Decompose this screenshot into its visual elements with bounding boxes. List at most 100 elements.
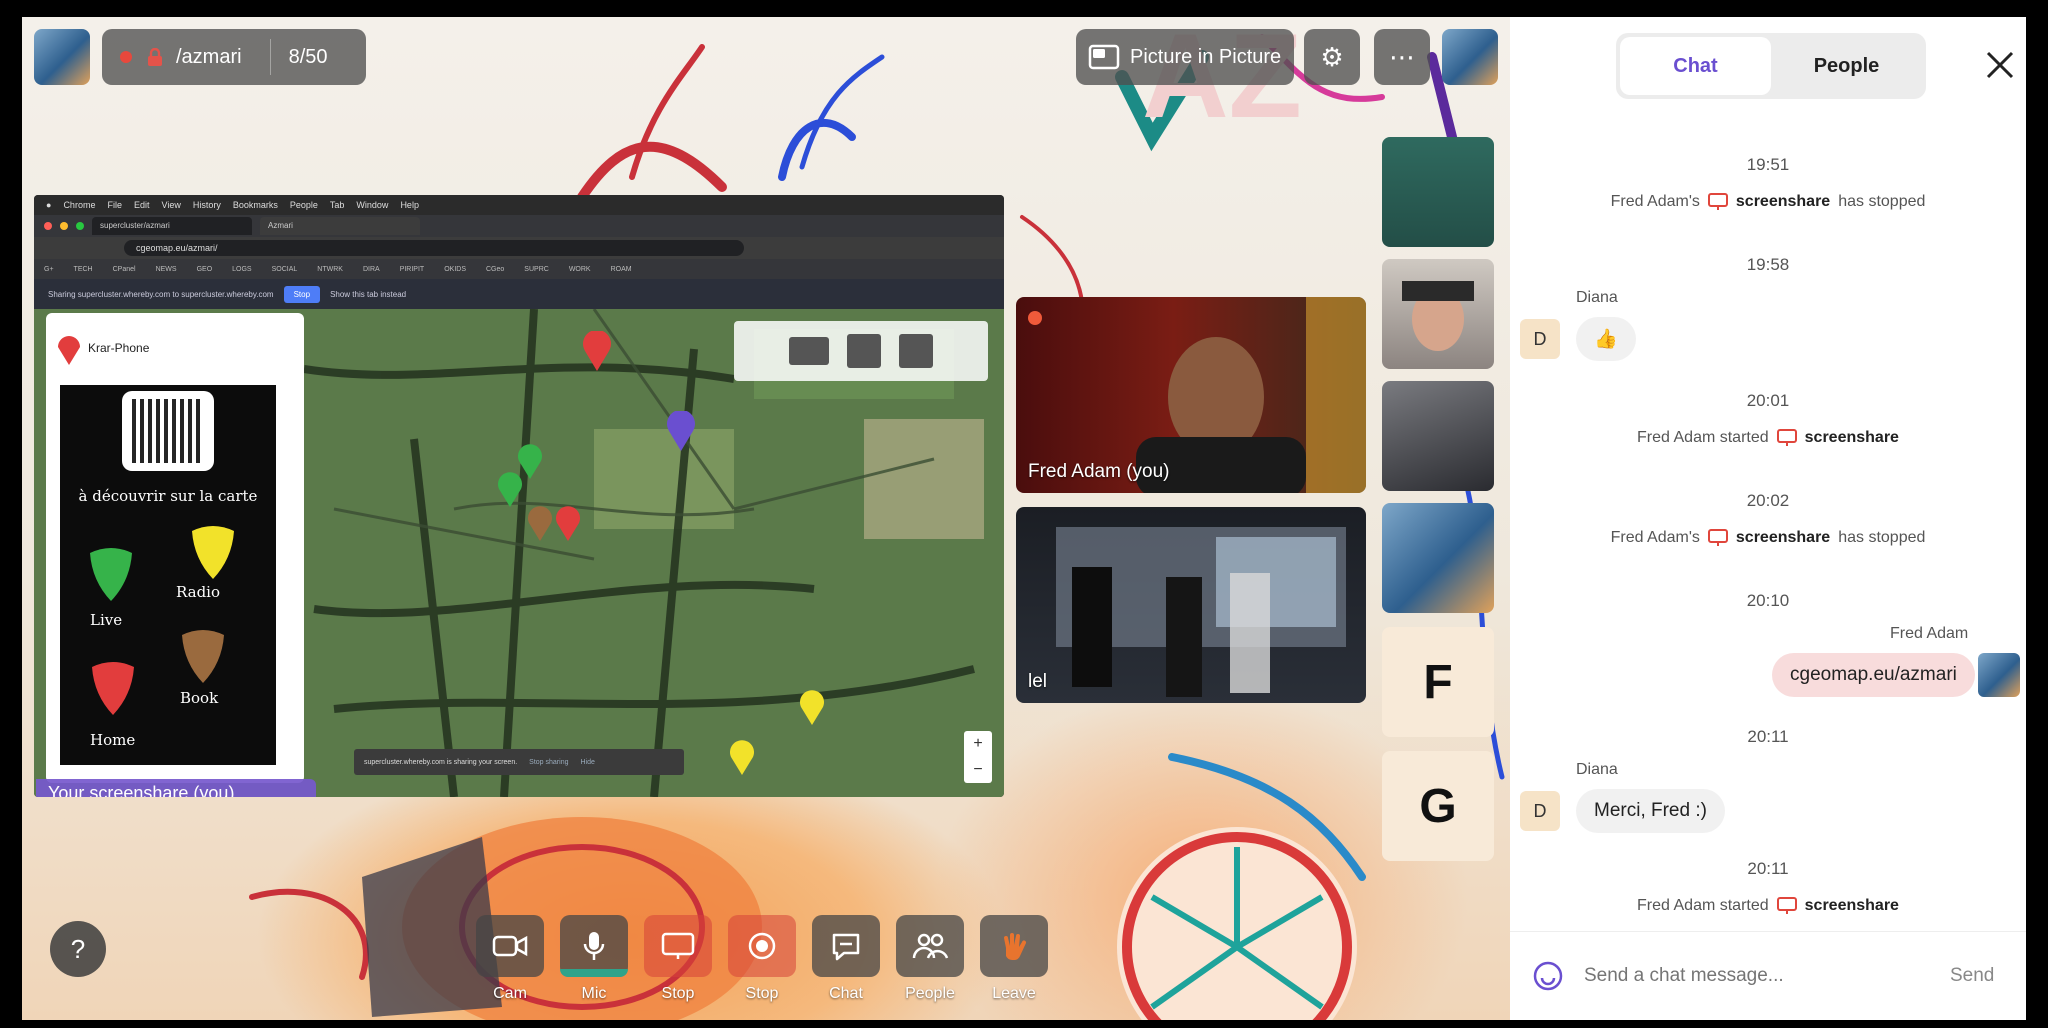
tab-chat[interactable]: Chat [1620, 37, 1771, 95]
message-timestamp: 20:01 [1746, 391, 1790, 410]
video-tile-participant[interactable] [1382, 381, 1494, 491]
video-tile-participant[interactable] [1382, 259, 1494, 369]
map-panel-header: Krar-Phone [56, 331, 149, 365]
mac-menubar: ● Chrome File Edit View History Bookmarks Peopl… [34, 195, 1004, 215]
screenshare-icon [1776, 897, 1797, 914]
tab-people[interactable]: People [1771, 37, 1922, 95]
settings-button[interactable]: ⚙ [1304, 29, 1360, 85]
picture-in-picture-label: Picture in Picture [1130, 45, 1282, 68]
message-timestamp: 20:11 [1747, 859, 1789, 878]
map-info-panel: Krar-Phone à découvrir sur la carte Live… [46, 313, 304, 783]
screenshare-tile[interactable]: ● Chrome File Edit View History Bookmarks Peopl… [34, 195, 1004, 797]
poster-item-home: Home [90, 731, 136, 749]
self-avatar[interactable] [1442, 29, 1498, 85]
mic-level-indicator [560, 969, 628, 977]
chat-message-input[interactable] [1584, 965, 1914, 987]
map-panel-title: Krar-Phone [88, 341, 150, 355]
avatar-tile-g[interactable]: G [1382, 751, 1494, 861]
stop-recording-label: Stop [745, 985, 779, 1002]
message-timestamp: 19:58 [1746, 255, 1790, 274]
chat-message-list[interactable]: 19:51 Fred Adam's screenshare has stoppe… [1510, 117, 2026, 917]
leave-button[interactable]: Leave [980, 915, 1048, 1003]
shared-map: Krar-Phone à découvrir sur la carte Live… [34, 309, 1004, 797]
room-owner-avatar[interactable] [34, 29, 90, 85]
screenshare-icon [1776, 429, 1797, 446]
map-pin-home-icon [556, 506, 580, 541]
leave-label: Leave [992, 985, 1036, 1002]
map-pin-home-icon [58, 336, 80, 365]
live-pick-icon [90, 548, 132, 601]
more-options-button[interactable]: ⋯ [1374, 29, 1430, 85]
zoom-in-icon: + [973, 735, 983, 752]
video-tile-lel[interactable]: lel [1016, 507, 1366, 703]
screenshare-icon [1707, 529, 1728, 546]
panel-tab-switcher: Chat People [1616, 33, 1926, 99]
video-tile-participant[interactable] [1382, 503, 1494, 613]
chat-bubble: 👍 [1576, 317, 1636, 361]
sharing-notice-text: supercluster.whereby.com is sharing your… [364, 758, 518, 766]
system-message-subject: screenshare [1804, 897, 1899, 914]
message-sender: Diana [1576, 289, 1618, 306]
avatar: D [1520, 791, 1560, 831]
chat-button[interactable]: Chat [812, 915, 880, 1003]
meeting-toolbar: Cam Mic Stop Stop Chat People Leave [476, 915, 1048, 1003]
bookmarks-bar: G+ TECH CPanel NEWS GEO LOGS SOCIAL NTWRK DIRA PI… [34, 259, 1004, 279]
room-info-pill[interactable]: /azmari 8/50 [102, 29, 366, 85]
participant-video [1056, 527, 1346, 697]
message-timestamp: 20:02 [1746, 491, 1790, 510]
emoji-icon[interactable] [1532, 960, 1564, 992]
poster-item-book: Book [180, 689, 219, 707]
sharing-banner-text: Sharing supercluster.whereby.com to supe… [48, 289, 274, 299]
camera-icon [492, 935, 528, 957]
map-share-buttons [734, 321, 988, 381]
avatar-letter: G [1419, 779, 1457, 833]
picture-in-picture-button[interactable]: Picture in Picture [1076, 29, 1294, 85]
browser-address-bar: cgeomap.eu/azmari/ [34, 237, 1004, 259]
sharing-notice-stop: Stop sharing [529, 758, 569, 766]
map-pin-home-icon [583, 331, 611, 371]
chat-label: Chat [829, 985, 863, 1002]
recording-indicator [120, 51, 132, 63]
send-button[interactable]: Send [1950, 965, 1994, 987]
system-message: Fred Adam started screenshare [1510, 897, 2026, 915]
system-message: Fred Adam's screenshare has stopped [1510, 193, 2026, 211]
people-label: People [905, 985, 955, 1002]
map-pin-radio-icon [800, 690, 824, 725]
participant-name: Fred Adam (you) [1028, 461, 1170, 482]
chat-bubble-own[interactable]: cgeomap.eu/azmari [1772, 653, 1975, 697]
mic-button[interactable]: Mic [560, 915, 628, 1003]
chat-panel: Chat People 19:51 Fred Adam's screenshar… [1510, 17, 2026, 1020]
system-message-actor: Fred Adam started [1637, 897, 1769, 914]
email-icon [789, 337, 829, 365]
system-message-actor: Fred Adam's [1610, 193, 1700, 210]
stop-recording-button[interactable]: Stop [728, 915, 796, 1003]
chat-bubble: Merci, Fred :) [1576, 789, 1725, 833]
help-button[interactable]: ? [50, 921, 106, 977]
system-message-actor: Fred Adam's [1610, 529, 1700, 546]
stop-screenshare-button[interactable]: Stop [644, 915, 712, 1003]
record-icon [748, 932, 776, 960]
cam-button[interactable]: Cam [476, 915, 544, 1003]
room-stage: AZ /azmari 8/50 Picture in Picture ⚙ [22, 17, 1510, 1020]
sharing-notice: supercluster.whereby.com is sharing your… [354, 749, 684, 775]
system-message-subject: screenshare [1735, 193, 1831, 210]
browser-tab-active: Azmari [260, 217, 420, 235]
room-name: /azmari [176, 45, 242, 68]
avatar-tile-f[interactable]: F [1382, 627, 1494, 737]
map-pin-radio-icon [730, 740, 754, 775]
divider [269, 39, 271, 75]
system-message-actor: Fred Adam started [1637, 429, 1769, 446]
close-icon[interactable] [1984, 49, 2016, 81]
app-window: AZ /azmari 8/50 Picture in Picture ⚙ [22, 17, 2026, 1020]
video-tile-fred-adam[interactable]: Fred Adam (you) [1016, 297, 1366, 493]
microphone-icon [583, 932, 605, 960]
video-tile-participant[interactable] [1382, 137, 1494, 247]
sharing-banner-switch: Show this tab instead [330, 289, 407, 299]
people-button[interactable]: People [896, 915, 964, 1003]
system-message-subject: screenshare [1804, 429, 1899, 446]
message-sender: Fred Adam [1890, 625, 1969, 642]
people-icon [912, 933, 949, 959]
browser-url: cgeomap.eu/azmari/ [124, 240, 744, 256]
poster-item-live: Live [90, 611, 123, 629]
avatar: D [1520, 319, 1560, 359]
